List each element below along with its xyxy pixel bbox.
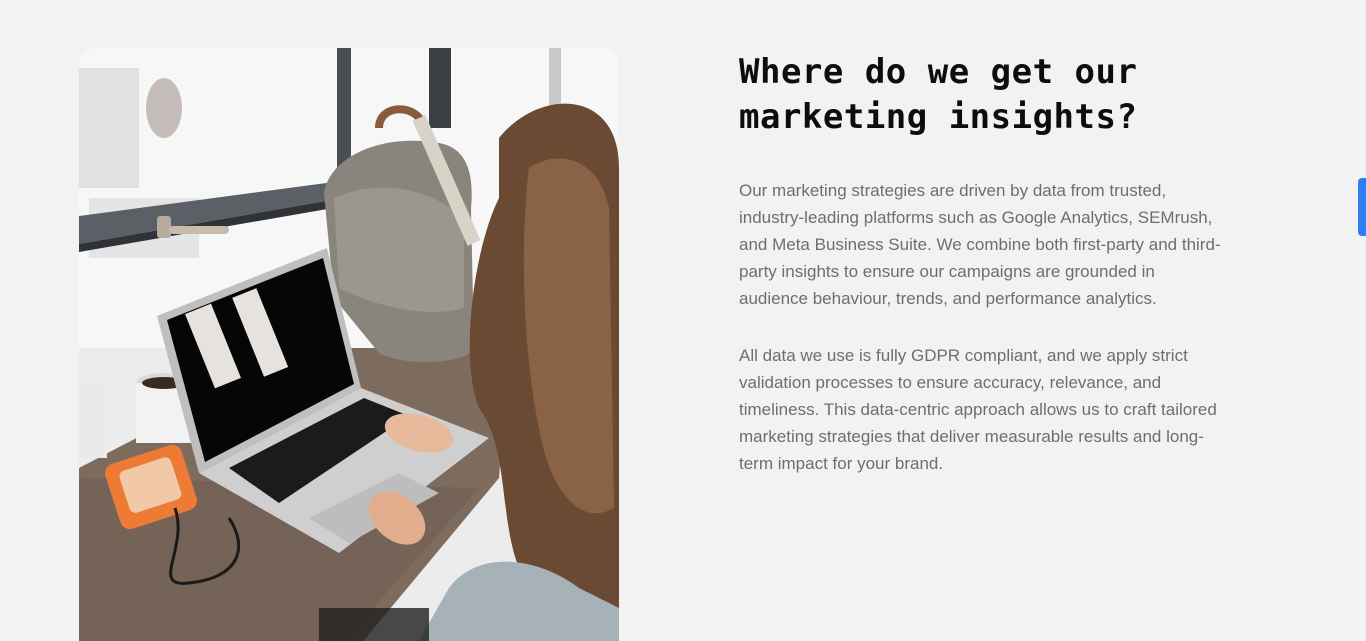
paragraph-line: marketing strategies that deliver measur… xyxy=(739,427,1204,446)
paragraph-gdpr-compliance: All data we use is fully GDPR compliant,… xyxy=(739,342,1284,477)
scrollbar-thumb[interactable] xyxy=(1358,178,1366,236)
paragraph-line: timeliness. This data-centric approach a… xyxy=(739,400,1217,419)
paragraph-line: All data we use is fully GDPR compliant,… xyxy=(739,346,1188,365)
heading-line: marketing insights? xyxy=(739,97,1138,137)
paragraph-line: validation processes to ensure accuracy,… xyxy=(739,373,1162,392)
paragraph-data-sources: Our marketing strategies are driven by d… xyxy=(739,177,1284,312)
paragraph-line: industry-leading platforms such as Googl… xyxy=(739,208,1213,227)
heading-line: Where do we get our xyxy=(739,52,1138,92)
paragraph-line: party insights to ensure our campaigns a… xyxy=(739,262,1155,281)
paragraph-line: audience behaviour, trends, and performa… xyxy=(739,289,1157,308)
page: Where do we get our marketing insights? … xyxy=(0,0,1366,641)
paragraph-line: and Meta Business Suite. We combine both… xyxy=(739,235,1221,254)
paragraph-line: term impact for your brand. xyxy=(739,454,944,473)
insights-content: Where do we get our marketing insights? … xyxy=(739,50,1284,477)
paragraph-line: Our marketing strategies are driven by d… xyxy=(739,181,1167,200)
section-heading: Where do we get our marketing insights? xyxy=(739,50,1284,140)
woman-laptop-photo xyxy=(79,48,619,641)
